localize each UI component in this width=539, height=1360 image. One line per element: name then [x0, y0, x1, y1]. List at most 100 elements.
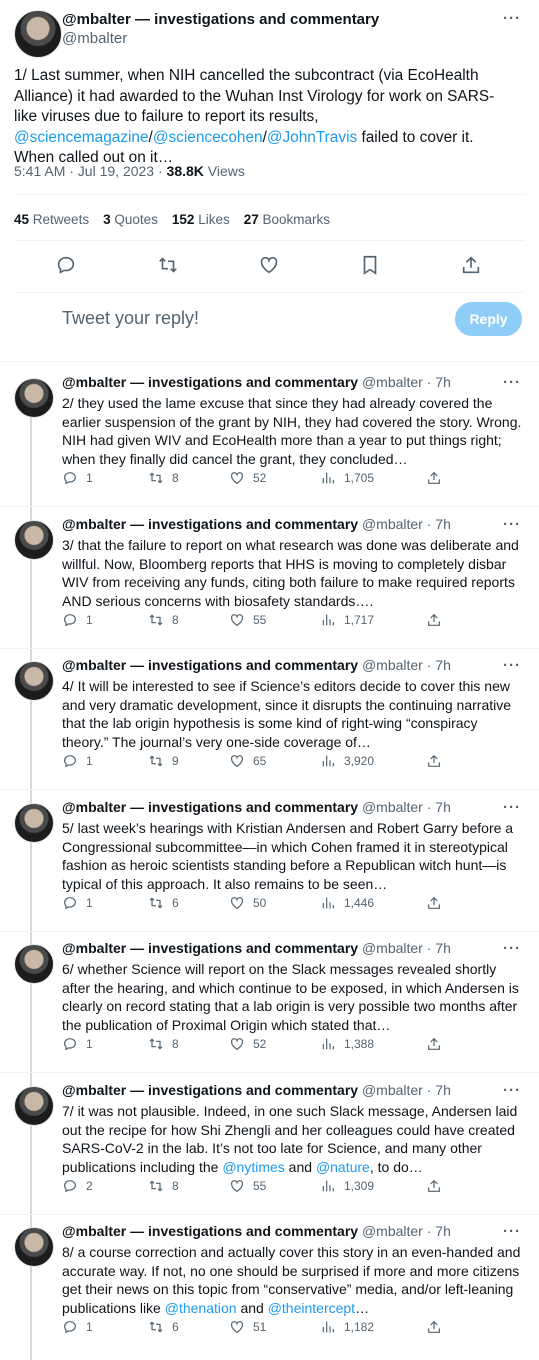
retweet-icon[interactable] [157, 254, 179, 276]
retweet-action[interactable]: 8 [148, 612, 179, 628]
reply-avatar[interactable] [14, 803, 54, 843]
reply-tweet[interactable]: @mbalter — investigations and commentary… [0, 1082, 539, 1222]
reply-action[interactable]: 1 [62, 753, 93, 769]
like-icon[interactable] [258, 254, 280, 276]
more-icon[interactable]: ··· [503, 10, 521, 27]
like-action[interactable]: 51 [229, 1319, 266, 1335]
reply-author-name[interactable]: @mbalter — investigations and commentary [62, 1082, 358, 1098]
like-action[interactable]: 65 [229, 753, 266, 769]
bookmarks-stat[interactable]: 27 Bookmarks [244, 212, 330, 227]
reply-author-name[interactable]: @mbalter — investigations and commentary [62, 657, 358, 673]
quotes-stat[interactable]: 3 Quotes [103, 212, 158, 227]
reply-avatar[interactable] [14, 520, 54, 560]
retweet-icon [149, 1321, 163, 1333]
share-action[interactable] [426, 753, 442, 769]
reply-action[interactable]: 1 [62, 612, 93, 628]
reply-author-meta[interactable]: @mbalter · 7h [362, 516, 451, 532]
more-icon[interactable]: ··· [503, 657, 521, 674]
retweet-count: 6 [172, 1320, 179, 1334]
retweets-stat[interactable]: 45 Retweets [14, 212, 89, 227]
reply-author-meta[interactable]: @mbalter · 7h [362, 374, 451, 390]
views-action[interactable]: 1,182 [320, 1319, 374, 1335]
reply-avatar[interactable] [14, 1227, 54, 1267]
views-action[interactable]: 1,388 [320, 1036, 374, 1052]
reply-tweet[interactable]: @mbalter — investigations and commentary… [0, 516, 539, 656]
mention-link[interactable]: @nytimes [222, 1159, 284, 1175]
more-icon[interactable]: ··· [503, 1223, 521, 1240]
retweet-action[interactable]: 9 [148, 753, 179, 769]
reply-author-meta[interactable]: @mbalter · 7h [362, 799, 451, 815]
likes-stat[interactable]: 152 Likes [172, 212, 230, 227]
reply-count: 1 [86, 754, 93, 768]
retweet-action[interactable]: 6 [148, 1319, 179, 1335]
reply-icon [64, 755, 76, 768]
share-action[interactable] [426, 895, 442, 911]
reply-tweet[interactable]: @mbalter — investigations and commentary… [0, 657, 539, 797]
more-icon[interactable]: ··· [503, 799, 521, 816]
more-icon[interactable]: ··· [503, 940, 521, 957]
reply-avatar[interactable] [14, 661, 54, 701]
reply-avatar[interactable] [14, 378, 54, 418]
views-action[interactable]: 1,717 [320, 612, 374, 628]
like-action[interactable]: 55 [229, 612, 266, 628]
reply-author-name[interactable]: @mbalter — investigations and commentary [62, 1223, 358, 1239]
views-action[interactable]: 1,705 [320, 470, 374, 486]
views-action[interactable]: 1,309 [320, 1178, 374, 1194]
mention-link[interactable]: @thenation [165, 1300, 237, 1316]
views-icon [322, 897, 334, 909]
reply-action[interactable]: 1 [62, 470, 93, 486]
reply-author-meta[interactable]: @mbalter · 7h [362, 1223, 451, 1239]
reply-action[interactable]: 1 [62, 895, 93, 911]
more-icon[interactable]: ··· [503, 374, 521, 391]
main-author-name[interactable]: @mbalter — investigations and commentary [62, 11, 379, 28]
reply-avatar[interactable] [14, 1086, 54, 1126]
share-action[interactable] [426, 612, 442, 628]
reply-author-meta[interactable]: @mbalter · 7h [362, 1082, 451, 1098]
mention-johntravis[interactable]: @JohnTravis [267, 129, 357, 146]
more-icon[interactable]: ··· [503, 1082, 521, 1099]
reply-author-name[interactable]: @mbalter — investigations and commentary [62, 940, 358, 956]
views-action[interactable]: 3,920 [320, 753, 374, 769]
share-action[interactable] [426, 1036, 442, 1052]
share-action[interactable] [426, 470, 442, 486]
reply-author-meta[interactable]: @mbalter · 7h [362, 940, 451, 956]
reply-author-name[interactable]: @mbalter — investigations and commentary [62, 799, 358, 815]
reply-author-meta[interactable]: @mbalter · 7h [362, 657, 451, 673]
reply-button[interactable]: Reply [455, 302, 522, 336]
reply-tweet[interactable]: @mbalter — investigations and commentary… [0, 1223, 539, 1360]
like-action[interactable]: 52 [229, 470, 266, 486]
like-action[interactable]: 52 [229, 1036, 266, 1052]
like-action[interactable]: 50 [229, 895, 266, 911]
views-action[interactable]: 1,446 [320, 895, 374, 911]
share-action[interactable] [426, 1319, 442, 1335]
reply-tweet[interactable]: @mbalter — investigations and commentary… [0, 799, 539, 939]
reply-icon[interactable] [55, 254, 77, 276]
like-action[interactable]: 55 [229, 1178, 266, 1194]
main-avatar[interactable] [14, 10, 62, 58]
main-author-handle[interactable]: @mbalter [62, 30, 379, 47]
tweet-timestamp[interactable]: 5:41 AM · Jul 19, 2023 · [14, 163, 167, 179]
bookmark-icon[interactable] [359, 254, 381, 276]
share-action[interactable] [426, 1178, 442, 1194]
reply-count: 2 [86, 1179, 93, 1193]
reply-author-name[interactable]: @mbalter — investigations and commentary [62, 516, 358, 532]
reply-author-name[interactable]: @mbalter — investigations and commentary [62, 374, 358, 390]
mention-sciencemagazine[interactable]: @sciencemagazine [14, 129, 149, 146]
reply-avatar[interactable] [14, 944, 54, 984]
reply-icon [64, 897, 76, 910]
reply-input[interactable]: Tweet your reply! [62, 308, 199, 329]
retweet-action[interactable]: 8 [148, 1036, 179, 1052]
retweet-action[interactable]: 6 [148, 895, 179, 911]
share-icon[interactable] [460, 254, 482, 276]
reply-action[interactable]: 1 [62, 1319, 93, 1335]
mention-link[interactable]: @nature [316, 1159, 370, 1175]
mention-link[interactable]: @theintercept [268, 1300, 355, 1316]
retweet-action[interactable]: 8 [148, 1178, 179, 1194]
reply-tweet[interactable]: @mbalter — investigations and commentary… [0, 940, 539, 1080]
reply-action[interactable]: 2 [62, 1178, 93, 1194]
more-icon[interactable]: ··· [503, 516, 521, 533]
reply-tweet[interactable]: @mbalter — investigations and commentary… [0, 374, 539, 514]
reply-action[interactable]: 1 [62, 1036, 93, 1052]
mention-sciencecohen[interactable]: @sciencecohen [153, 129, 263, 146]
retweet-action[interactable]: 8 [148, 470, 179, 486]
